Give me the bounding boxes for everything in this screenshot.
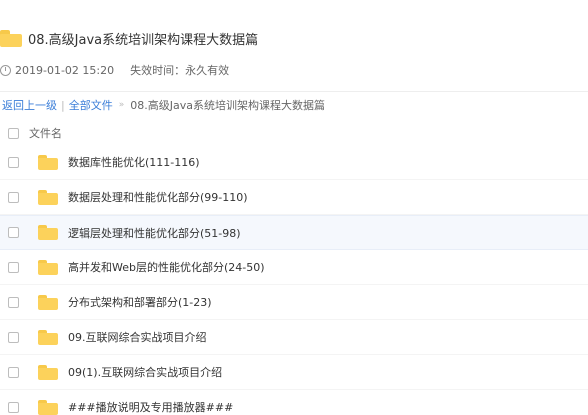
row-checkbox[interactable] — [8, 191, 19, 203]
row-checkbox[interactable] — [8, 296, 19, 308]
file-name[interactable]: 分布式架构和部署部分(1-23) — [68, 294, 212, 310]
folder-icon — [38, 225, 58, 240]
folder-icon — [38, 154, 58, 170]
list-item[interactable]: 数据层处理和性能优化部分(99-110) — [0, 180, 588, 215]
row-checkbox[interactable] — [8, 156, 19, 168]
file-name[interactable]: ###播放说明及专用播放器### — [68, 399, 233, 415]
file-name[interactable]: 数据层处理和性能优化部分(99-110) — [68, 189, 248, 205]
share-title-row: 08.高级Java系统培训架构课程大数据篇 — [0, 26, 258, 50]
folder-icon — [38, 399, 58, 415]
file-name[interactable]: 09(1).互联网综合实战项目介绍 — [68, 364, 222, 380]
folder-icon — [38, 189, 58, 205]
filename-column-header[interactable]: 文件名 — [29, 125, 62, 141]
row-checkbox[interactable] — [8, 331, 19, 343]
breadcrumb-arrow-icon: » — [118, 100, 125, 110]
folder-icon — [38, 259, 58, 275]
share-meta: 2019-01-02 15:20 失效时间：永久有效 — [0, 61, 229, 79]
breadcrumb-current: 08.高级Java系统培训架构课程大数据篇 — [130, 99, 325, 112]
share-title: 08.高级Java系统培训架构课程大数据篇 — [28, 32, 259, 48]
file-name[interactable]: 逻辑层处理和性能优化部分(51-98) — [68, 225, 241, 241]
file-name[interactable]: 数据库性能优化(111-116) — [68, 154, 200, 170]
created-time: 2019-01-02 15:20 — [15, 63, 115, 77]
list-item[interactable]: 数据库性能优化(111-116) — [0, 145, 588, 180]
file-list: 数据库性能优化(111-116) 数据层处理和性能优化部分(99-110) 逻辑… — [0, 145, 588, 415]
all-files-link[interactable]: 全部文件 — [69, 97, 113, 113]
expiry-text: 失效时间：永久有效 — [130, 64, 230, 77]
back-link[interactable]: 返回上一级 — [2, 97, 57, 113]
folder-icon — [38, 364, 58, 380]
row-checkbox[interactable] — [8, 261, 19, 273]
list-item[interactable]: 分布式架构和部署部分(1-23) — [0, 285, 588, 320]
row-checkbox[interactable] — [8, 227, 19, 238]
breadcrumb: 返回上一级 | 全部文件 » 08.高级Java系统培训架构课程大数据篇 — [2, 96, 325, 114]
list-header: 文件名 — [0, 122, 588, 144]
folder-icon — [0, 29, 22, 47]
file-name[interactable]: 09.互联网综合实战项目介绍 — [68, 329, 207, 345]
folder-icon — [38, 294, 58, 310]
list-item[interactable]: 高并发和Web层的性能优化部分(24-50) — [0, 250, 588, 285]
list-item[interactable]: 09(1).互联网综合实战项目介绍 — [0, 355, 588, 390]
breadcrumb-separator: | — [61, 98, 65, 112]
select-all-checkbox[interactable] — [8, 127, 19, 139]
share-page: 08.高级Java系统培训架构课程大数据篇 2019-01-02 15:20 失… — [0, 0, 588, 415]
list-item[interactable]: 09.互联网综合实战项目介绍 — [0, 320, 588, 355]
list-item[interactable]: ###播放说明及专用播放器### — [0, 390, 588, 415]
clock-icon — [0, 64, 11, 76]
row-checkbox[interactable] — [8, 401, 19, 413]
file-name[interactable]: 高并发和Web层的性能优化部分(24-50) — [68, 259, 265, 275]
list-item[interactable]: 逻辑层处理和性能优化部分(51-98) — [0, 215, 588, 250]
folder-icon — [38, 329, 58, 345]
header-divider — [0, 91, 588, 92]
row-checkbox[interactable] — [8, 366, 19, 378]
